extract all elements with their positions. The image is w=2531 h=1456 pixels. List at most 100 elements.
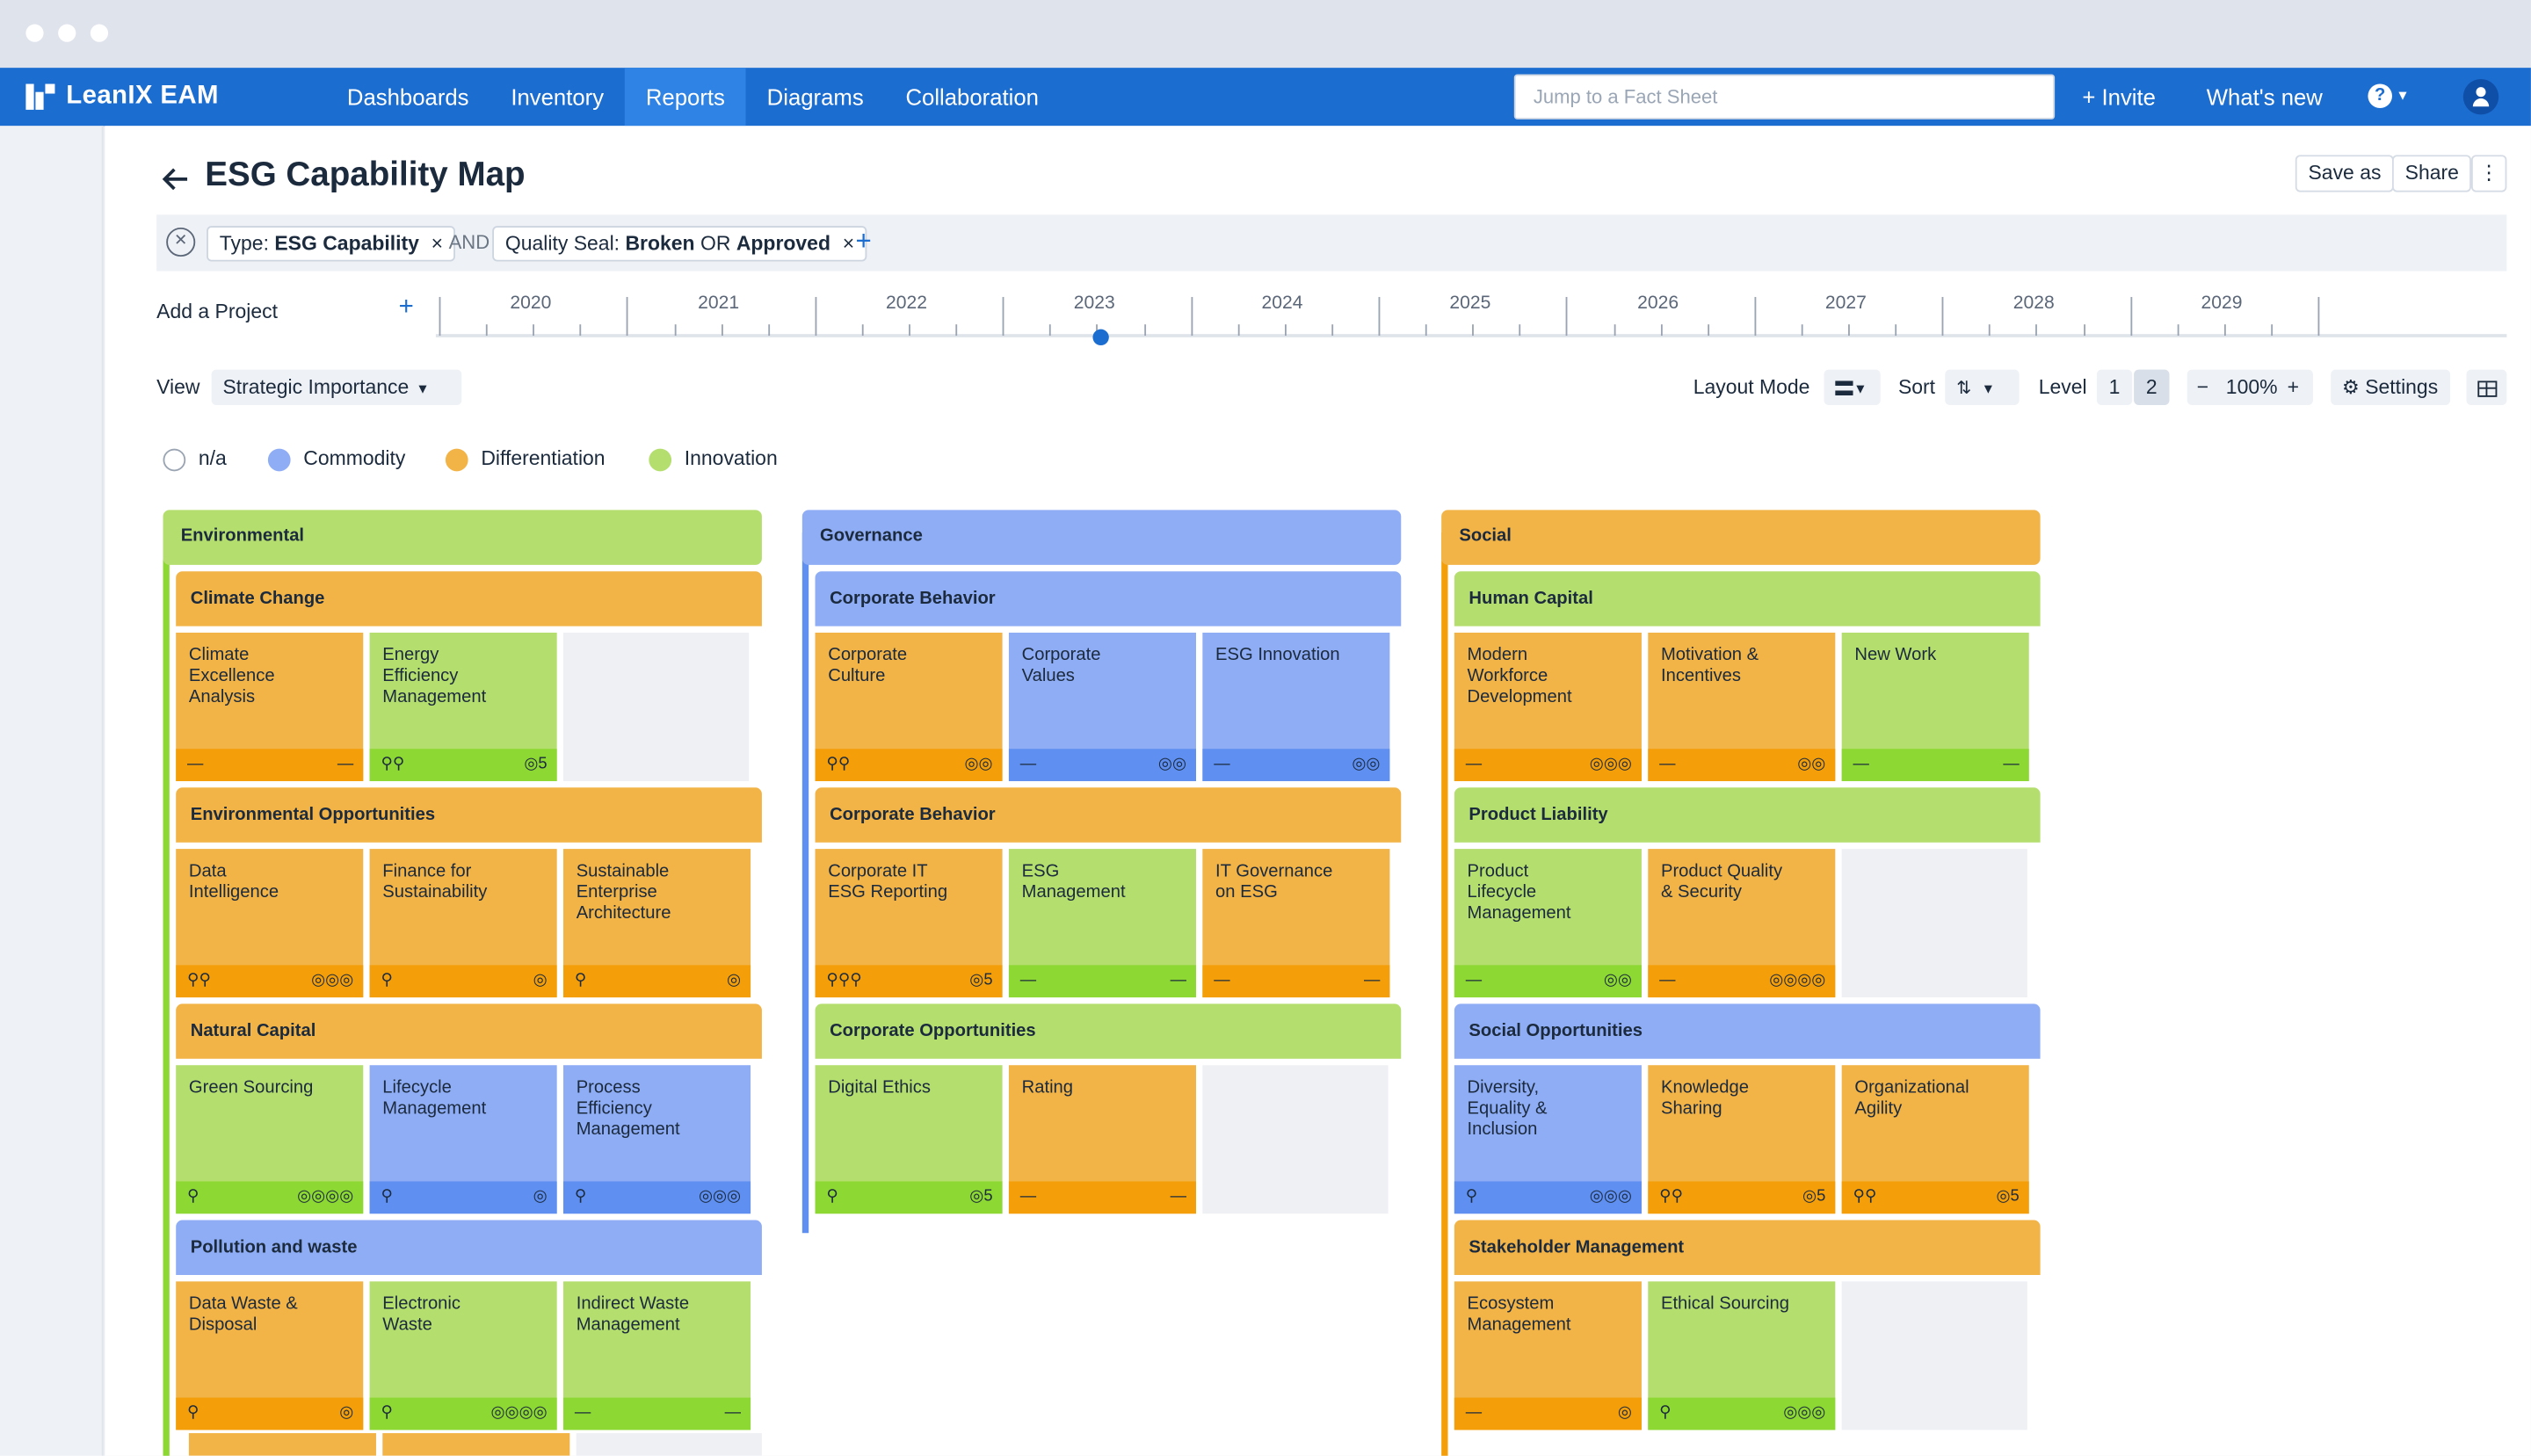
nav-reports[interactable]: Reports: [624, 68, 746, 127]
capability-card-footer: ⚲⚲ ◎5: [369, 749, 557, 781]
capability-card[interactable]: Indirect Waste Management — —: [563, 1281, 751, 1431]
capability-name: Corporate IT ESG Reporting: [828, 861, 948, 902]
timeline-current-marker[interactable]: [1092, 329, 1109, 346]
timeline-quarter-tick: [1895, 324, 1897, 337]
capability-card[interactable]: Climate Excellence Analysis — —: [176, 632, 364, 781]
window-dot-minimize[interactable]: [58, 24, 76, 42]
back-arrow-icon[interactable]: [162, 164, 191, 193]
remove-filter-icon[interactable]: ×: [843, 232, 854, 255]
window-dot-maximize[interactable]: [90, 24, 109, 42]
capability-card[interactable]: Diversity, Equality & Inclusion ⚲ ◎◎◎: [1454, 1065, 1642, 1214]
application-count-icons: ◎◎◎: [311, 971, 354, 989]
capability-card[interactable]: Energy Efficiency Management ⚲⚲ ◎5: [369, 632, 557, 781]
domain-header-environmental[interactable]: Environmental: [163, 510, 762, 565]
invite-button[interactable]: + Invite: [2082, 68, 2156, 126]
capability-card[interactable]: Electronic Waste ⚲ ◎◎◎◎: [369, 1281, 557, 1431]
user-avatar[interactable]: [2462, 78, 2499, 115]
type-filter-chip[interactable]: Type: ESG Capability ×: [207, 226, 456, 262]
nav-inventory[interactable]: Inventory: [490, 68, 625, 126]
capability-group-behavior2[interactable]: Corporate Behavior: [815, 787, 1402, 843]
capability-card[interactable]: Corporate IT ESG Reporting ⚲⚲⚲ ◎5: [815, 849, 1003, 998]
quality-seal-filter-chip[interactable]: Quality Seal: Broken OR Approved ×: [492, 226, 867, 262]
capability-card[interactable]: Product Quality & Security — ◎◎◎◎: [1648, 849, 1836, 998]
capability-card[interactable]: Lifecycle Management ⚲ ◎: [369, 1065, 557, 1214]
application-count-icons: ◎: [533, 971, 548, 989]
window-dot-close[interactable]: [25, 24, 44, 42]
domain-header-social[interactable]: Social: [1441, 510, 2041, 565]
clear-filters-icon[interactable]: ✕: [166, 227, 196, 257]
capability-group-opps[interactable]: Corporate Opportunities: [815, 1003, 1402, 1059]
fact-sheet-search-input[interactable]: Jump to a Fact Sheet: [1513, 74, 2056, 120]
add-project-icon[interactable]: +: [399, 293, 414, 322]
capability-card[interactable]: ESG Management — —: [1008, 849, 1196, 998]
application-count-icons: ◎: [533, 1187, 548, 1206]
application-count-icons: ◎5: [524, 755, 548, 773]
capability-group-opps[interactable]: Social Opportunities: [1454, 1003, 2041, 1059]
timeline-year-label: 2020: [510, 293, 552, 314]
capability-group-pollution[interactable]: Pollution and waste: [176, 1220, 762, 1275]
capability-card[interactable]: Modern Workforce Development — ◎◎◎: [1454, 632, 1642, 781]
more-options-icon[interactable]: ⋮: [2470, 155, 2507, 192]
timeline-track[interactable]: [435, 334, 2507, 337]
application-count-icons: ◎◎◎: [698, 1187, 742, 1206]
capability-card[interactable]: Digital Ethics ⚲ ◎5: [815, 1065, 1003, 1214]
app-logo[interactable]: LeanIX EAM: [25, 83, 316, 112]
capability-group-stake[interactable]: Stakeholder Management: [1454, 1220, 2041, 1275]
settings-button[interactable]: ⚙ Settings: [2331, 369, 2451, 406]
capability-card[interactable]: Product Lifecycle Management — ◎◎: [1454, 849, 1642, 998]
view-select[interactable]: Strategic Importance ▾: [211, 369, 462, 406]
timeline-quarter-tick: [2177, 324, 2179, 337]
capability-card[interactable]: Motivation & Incentives — ◎◎: [1648, 632, 1836, 781]
nav-collaboration[interactable]: Collaboration: [885, 68, 1060, 126]
capability-card[interactable]: Data Intelligence ⚲⚲ ◎◎◎: [176, 849, 364, 998]
save-as-button[interactable]: Save as: [2295, 155, 2395, 192]
capability-card[interactable]: Data Waste & Disposal ⚲ ◎: [176, 1281, 364, 1431]
capability-card[interactable]: Rating — —: [1008, 1065, 1196, 1214]
timeline-quarter-tick: [2223, 324, 2226, 337]
capability-card-footer: — ◎◎: [1008, 749, 1196, 781]
capability-card[interactable]: Green Sourcing ⚲ ◎◎◎◎: [176, 1065, 364, 1214]
capability-card[interactable]: Organizational Agility ⚲⚲ ◎5: [1841, 1065, 2029, 1214]
capability-card[interactable]: Sustainable Enterprise Architecture ⚲ ◎: [563, 849, 751, 998]
timeline-quarter-tick: [1801, 324, 1803, 337]
zoom-out-button[interactable]: −: [2197, 370, 2208, 405]
project-count-icons: ⚲⚲: [187, 971, 211, 989]
help-caret-icon[interactable]: ▾: [2398, 68, 2406, 126]
timeline-year-label: 2021: [698, 293, 740, 314]
capability-group-climate[interactable]: Climate Change: [176, 571, 762, 627]
share-button[interactable]: Share: [2391, 155, 2472, 192]
capability-card[interactable]: Knowledge Sharing ⚲⚲ ◎5: [1648, 1065, 1836, 1214]
capability-name: Product Lifecycle Management: [1467, 861, 1571, 924]
level-2-button[interactable]: 2: [2134, 369, 2170, 406]
project-count-icons: ⚲⚲: [381, 755, 405, 773]
capability-card[interactable]: Corporate Culture ⚲⚲ ◎◎: [815, 632, 1003, 781]
capability-group-natural[interactable]: Natural Capital: [176, 1003, 762, 1059]
capability-card[interactable]: ESG Innovation — ◎◎: [1202, 632, 1390, 781]
add-filter-icon[interactable]: +: [855, 226, 871, 258]
whats-new-link[interactable]: What's new: [2207, 68, 2323, 126]
zoom-in-button[interactable]: +: [2288, 370, 2299, 405]
capability-card[interactable]: Process Efficiency Management ⚲ ◎◎◎: [563, 1065, 751, 1214]
capability-card[interactable]: Finance for Sustainability ⚲ ◎: [369, 849, 557, 998]
table-view-icon[interactable]: [2466, 369, 2507, 406]
capability-card[interactable]: Corporate Values — ◎◎: [1008, 632, 1196, 781]
nav-dashboards[interactable]: Dashboards: [326, 68, 490, 126]
timeline-year-label: 2026: [1637, 293, 1679, 314]
nav-diagrams[interactable]: Diagrams: [746, 68, 885, 126]
capability-card[interactable]: IT Governance on ESG — —: [1202, 849, 1390, 998]
capability-name: Process Efficiency Management: [576, 1077, 680, 1140]
capability-group-liability[interactable]: Product Liability: [1454, 787, 2041, 843]
capability-card[interactable]: New Work — —: [1841, 632, 2029, 781]
grid-icon: [1835, 380, 1853, 395]
sort-select[interactable]: ⇅ ▾: [1945, 369, 2020, 406]
layout-mode-select[interactable]: ▾: [1824, 369, 1881, 406]
capability-group-opps[interactable]: Environmental Opportunities: [176, 787, 762, 843]
capability-card[interactable]: Ecosystem Management — ◎: [1454, 1281, 1642, 1431]
capability-group-behavior1[interactable]: Corporate Behavior: [815, 571, 1402, 627]
domain-header-governance[interactable]: Governance: [801, 510, 1402, 565]
remove-filter-icon[interactable]: ×: [432, 232, 443, 255]
capability-card[interactable]: Ethical Sourcing ⚲ ◎◎◎: [1648, 1281, 1836, 1431]
level-1-button[interactable]: 1: [2096, 369, 2133, 406]
help-icon[interactable]: ?: [2368, 83, 2392, 109]
capability-group-human[interactable]: Human Capital: [1454, 571, 2041, 627]
